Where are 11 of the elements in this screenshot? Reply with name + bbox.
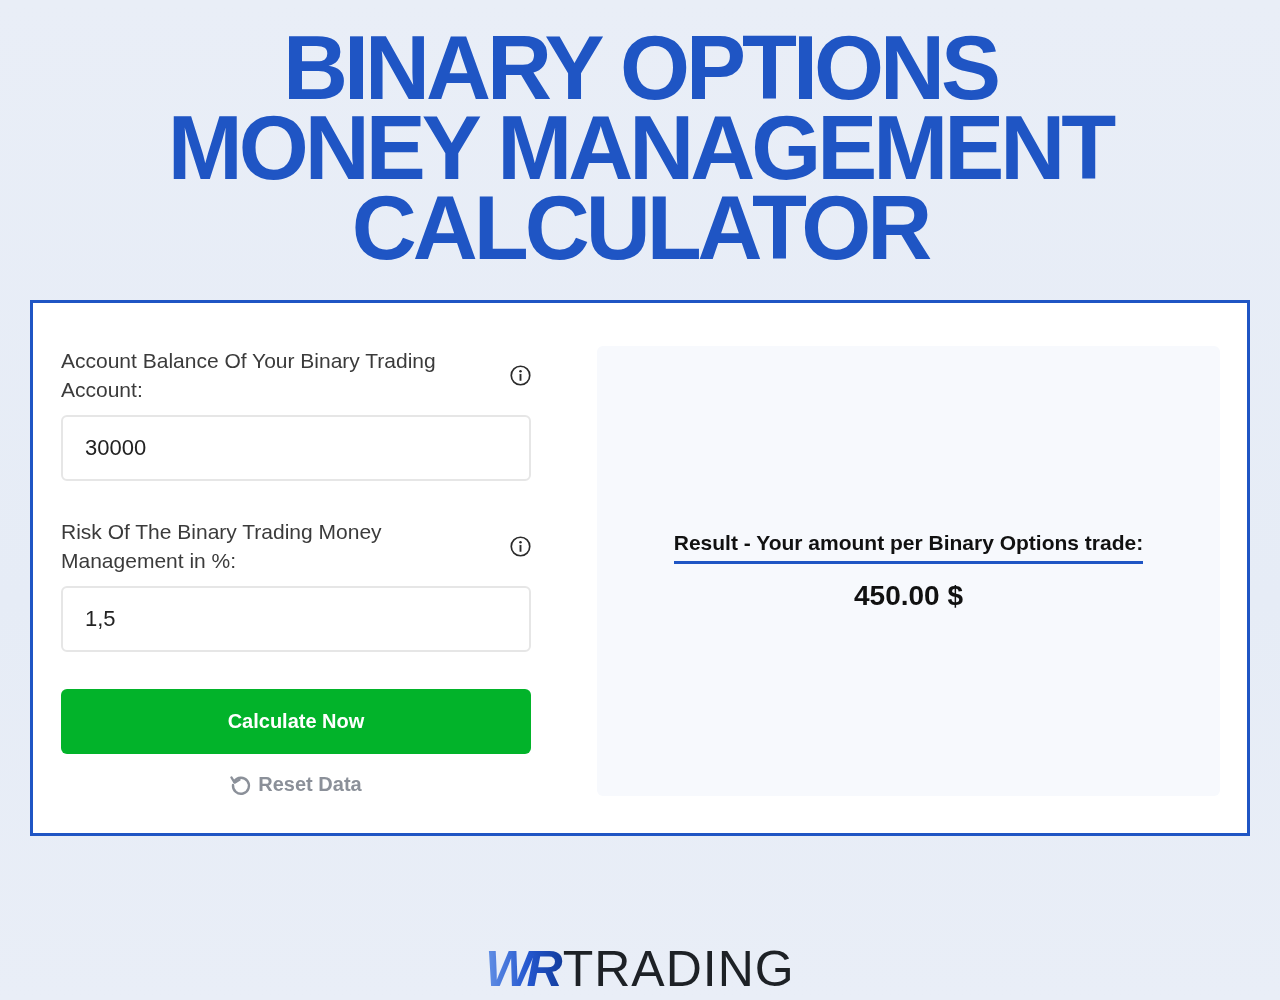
page-title: BINARY OPTIONS MONEY MANAGEMENT CALCULATOR (167, 28, 1113, 268)
result-heading: Result - Your amount per Binary Options trade: (673, 530, 1144, 564)
input-field[interactable]: 30000 (61, 415, 531, 481)
logo-wordmark: TRADING (562, 940, 795, 998)
info-icon[interactable] (510, 535, 531, 557)
field-label: Risk Of The Binary Trading Money Management in %: (61, 519, 383, 574)
field-label: Account Balance Of Your Binary Trading Account: (61, 348, 437, 403)
info-icon[interactable] (510, 364, 531, 386)
input-field[interactable]: 1,5 (61, 586, 531, 652)
result-value: 450.00 $ (854, 579, 963, 612)
reset-icon[interactable] (230, 773, 253, 796)
